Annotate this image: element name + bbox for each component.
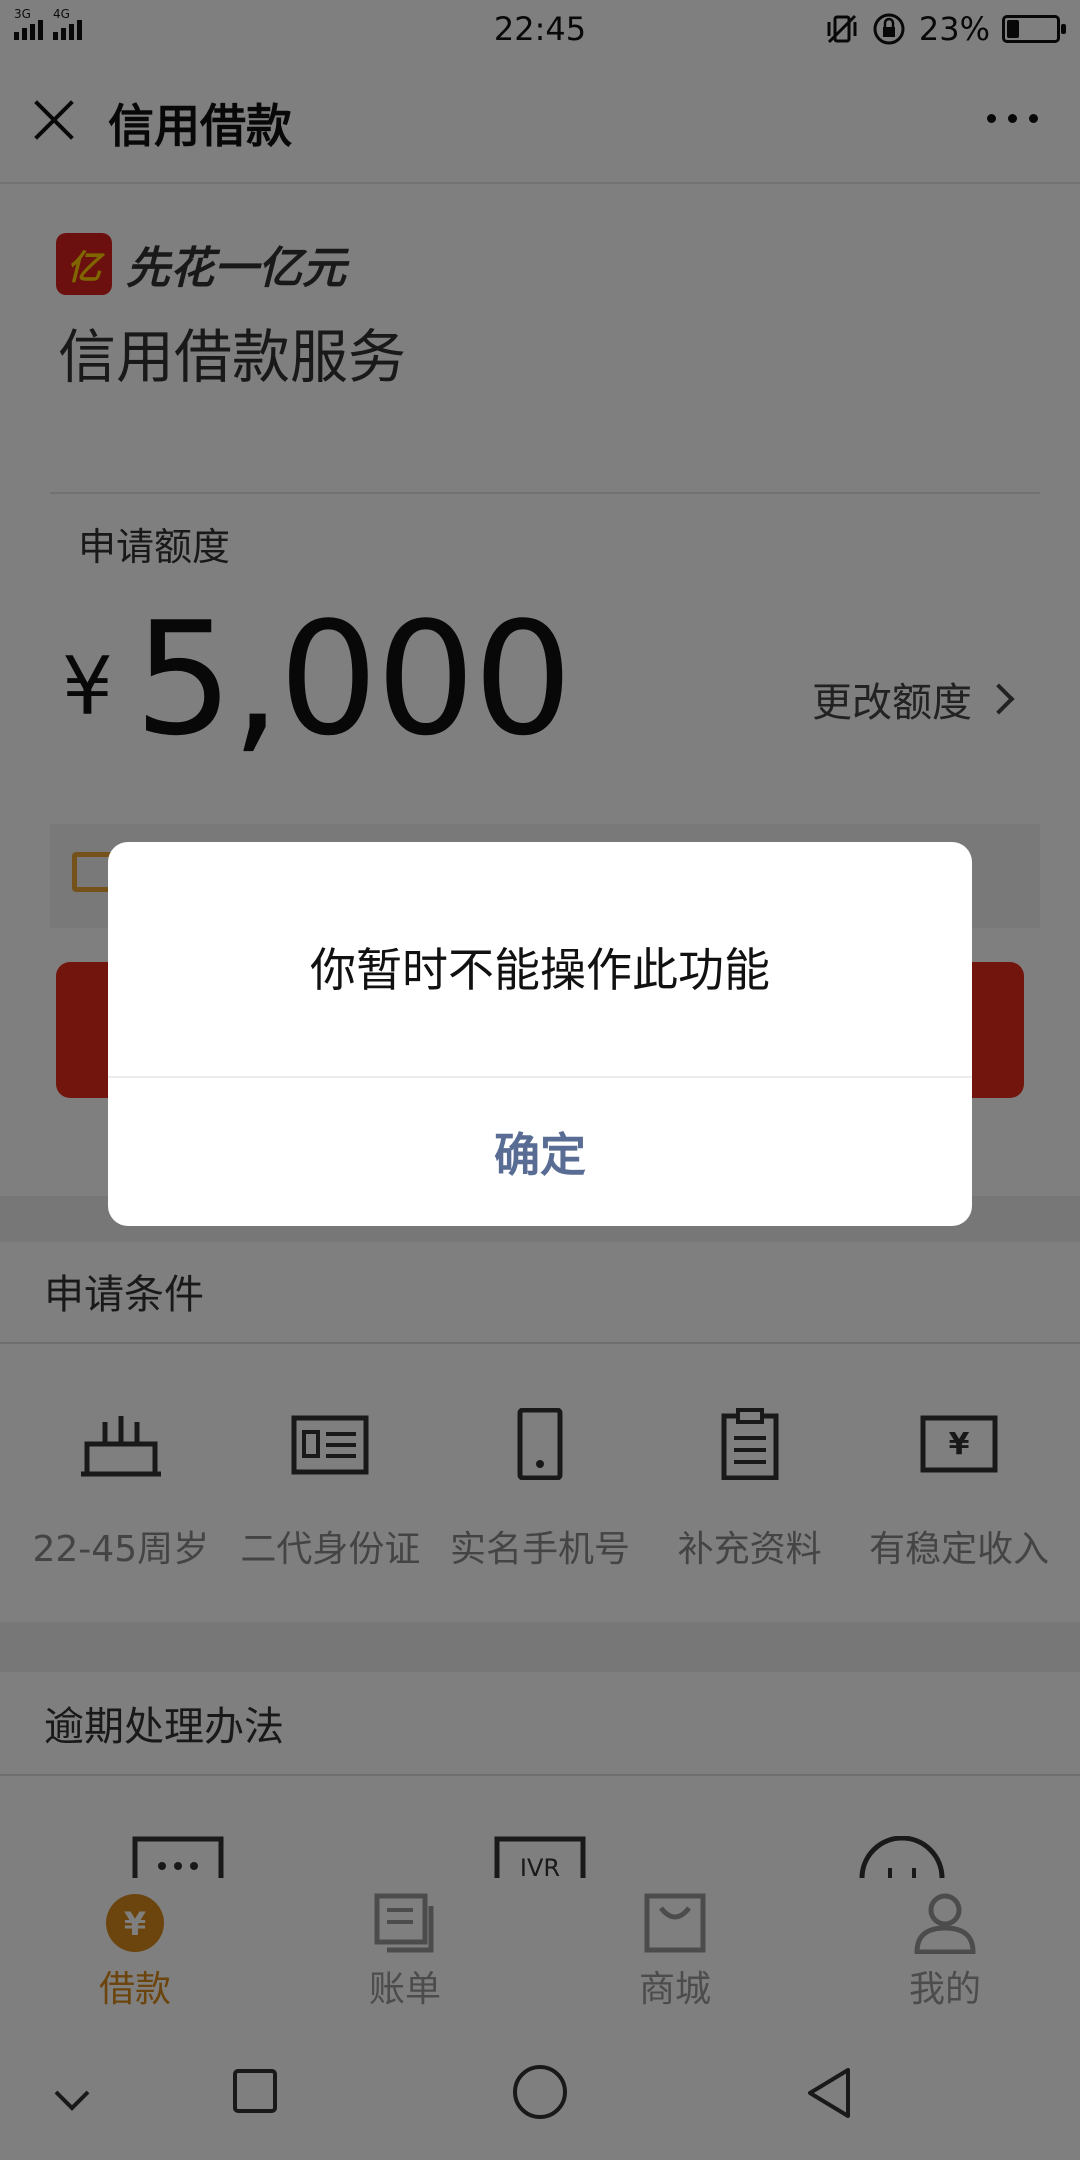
confirm-button[interactable]: 确定 — [108, 1078, 972, 1226]
alert-dialog: 你暂时不能操作此功能 确定 — [108, 842, 972, 1226]
dialog-message: 你暂时不能操作此功能 — [310, 943, 770, 997]
